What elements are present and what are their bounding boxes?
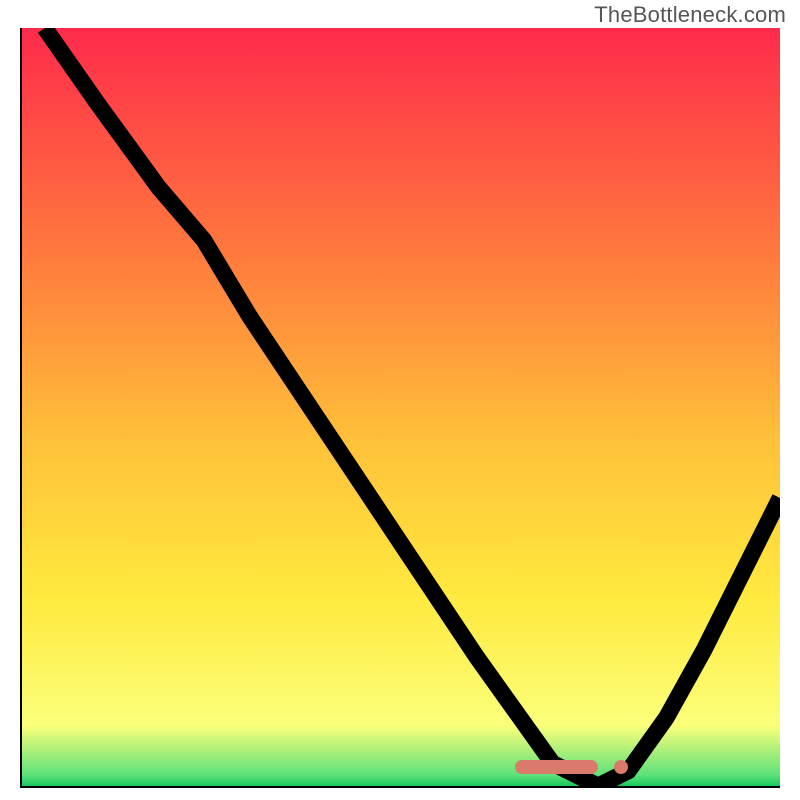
chart-container (20, 28, 780, 788)
chart-svg (22, 28, 780, 786)
optimal-range-marker (515, 760, 598, 774)
watermark-text: TheBottleneck.com (594, 2, 786, 28)
chart-background (22, 28, 780, 786)
optimal-point-marker (614, 760, 628, 774)
